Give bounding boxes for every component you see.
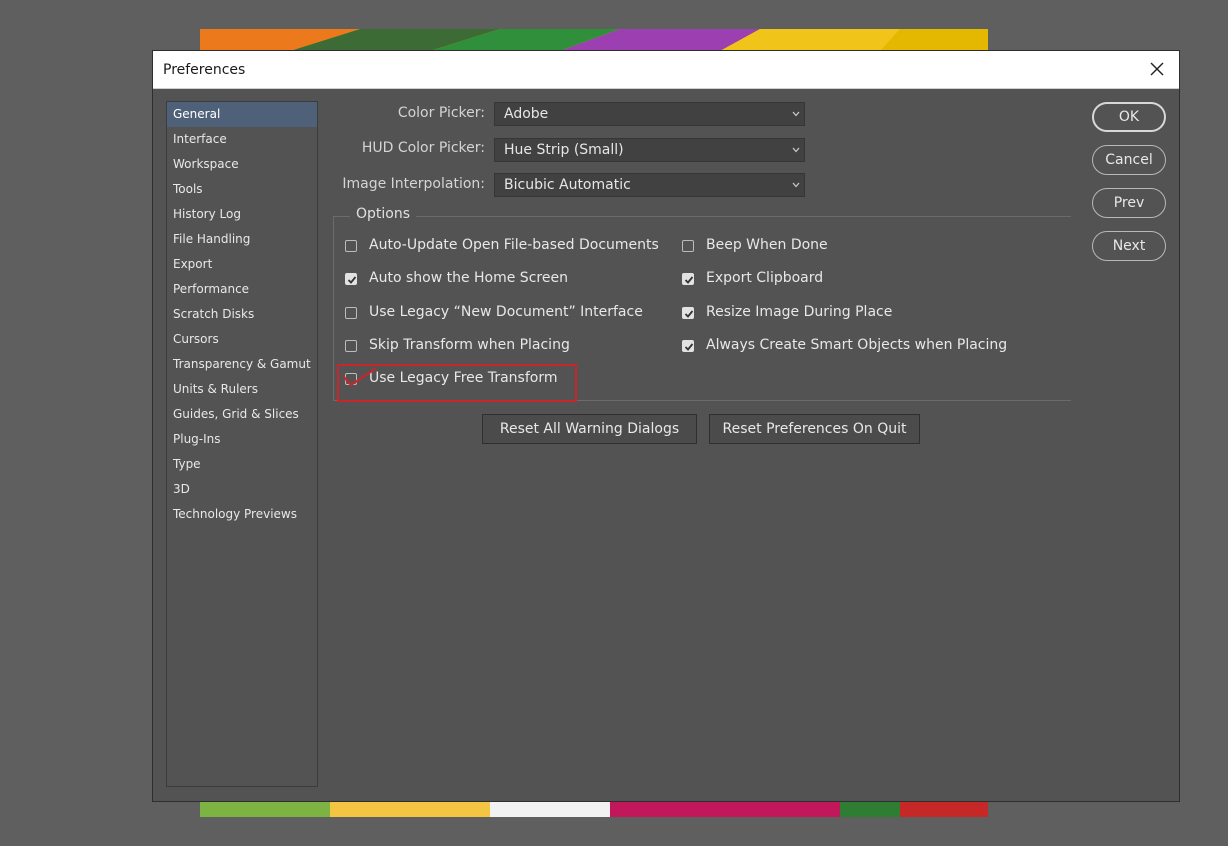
sidebar-item-plug-ins[interactable]: Plug-Ins bbox=[167, 427, 317, 452]
options-group-border bbox=[333, 216, 1071, 217]
sidebar-item-cursors[interactable]: Cursors bbox=[167, 327, 317, 352]
sidebar-item-technology-previews[interactable]: Technology Previews bbox=[167, 502, 317, 527]
checkbox-label: Skip Transform when Placing bbox=[369, 337, 570, 353]
reset-warning-dialogs-button[interactable]: Reset All Warning Dialogs bbox=[482, 414, 697, 444]
preferences-sidebar: General Interface Workspace Tools Histor… bbox=[166, 101, 318, 787]
title-bar: Preferences bbox=[153, 51, 1179, 89]
checkbox-unchecked[interactable] bbox=[345, 240, 357, 252]
checkbox-label: Resize Image During Place bbox=[706, 304, 893, 320]
color-picker-label: Color Picker: bbox=[397, 105, 485, 121]
checkbox-label: Beep When Done bbox=[706, 237, 828, 253]
canvas-image-top bbox=[200, 29, 988, 51]
options-group-border bbox=[333, 216, 334, 401]
sidebar-item-units-rulers[interactable]: Units & Rulers bbox=[167, 377, 317, 402]
checkbox-checked[interactable] bbox=[682, 340, 694, 352]
hud-color-picker-label: HUD Color Picker: bbox=[361, 140, 485, 156]
image-interpolation-label: Image Interpolation: bbox=[342, 176, 485, 192]
checkmark-icon bbox=[347, 276, 357, 284]
sidebar-item-performance[interactable]: Performance bbox=[167, 277, 317, 302]
sidebar-item-transparency-gamut[interactable]: Transparency & Gamut bbox=[167, 352, 317, 377]
prev-button[interactable]: Prev bbox=[1092, 188, 1166, 218]
chevron-down-icon bbox=[792, 147, 800, 153]
checkmark-icon bbox=[684, 310, 694, 318]
checkbox-label: Always Create Smart Objects when Placing bbox=[706, 337, 1008, 353]
preferences-dialog: Preferences General Interface Workspace … bbox=[152, 50, 1180, 802]
checkbox-checked[interactable] bbox=[682, 307, 694, 319]
checkbox-unchecked[interactable] bbox=[345, 373, 357, 385]
checkbox-label: Auto show the Home Screen bbox=[369, 270, 568, 286]
close-button[interactable] bbox=[1145, 57, 1169, 81]
checkmark-icon bbox=[684, 276, 694, 284]
hud-color-picker-value: Hue Strip (Small) bbox=[504, 142, 624, 158]
sidebar-item-scratch-disks[interactable]: Scratch Disks bbox=[167, 302, 317, 327]
sidebar-item-3d[interactable]: 3D bbox=[167, 477, 317, 502]
sidebar-item-guides-grid-slices[interactable]: Guides, Grid & Slices bbox=[167, 402, 317, 427]
checkbox-label: Auto-Update Open File-based Documents bbox=[369, 237, 659, 253]
dialog-title: Preferences bbox=[163, 62, 246, 78]
color-picker-value: Adobe bbox=[504, 106, 549, 122]
sidebar-item-type[interactable]: Type bbox=[167, 452, 317, 477]
cancel-button[interactable]: Cancel bbox=[1092, 145, 1166, 175]
chevron-down-icon bbox=[792, 111, 800, 117]
close-icon bbox=[1145, 57, 1169, 81]
checkbox-unchecked[interactable] bbox=[345, 307, 357, 319]
canvas-image-bottom bbox=[200, 800, 988, 817]
color-picker-select[interactable]: Adobe bbox=[494, 102, 805, 126]
ok-button[interactable]: OK bbox=[1092, 102, 1166, 132]
next-button[interactable]: Next bbox=[1092, 231, 1166, 261]
sidebar-item-export[interactable]: Export bbox=[167, 252, 317, 277]
checkbox-unchecked[interactable] bbox=[682, 240, 694, 252]
hud-color-picker-select[interactable]: Hue Strip (Small) bbox=[494, 138, 805, 162]
checkbox-checked[interactable] bbox=[345, 273, 357, 285]
checkbox-label: Export Clipboard bbox=[706, 270, 824, 286]
checkbox-checked[interactable] bbox=[682, 273, 694, 285]
image-interpolation-value: Bicubic Automatic bbox=[504, 177, 631, 193]
sidebar-item-file-handling[interactable]: File Handling bbox=[167, 227, 317, 252]
sidebar-item-history-log[interactable]: History Log bbox=[167, 202, 317, 227]
checkmark-icon bbox=[684, 343, 694, 351]
options-legend: Options bbox=[350, 206, 417, 222]
options-group-border bbox=[333, 400, 1071, 401]
checkbox-unchecked[interactable] bbox=[345, 340, 357, 352]
reset-preferences-on-quit-button[interactable]: Reset Preferences On Quit bbox=[709, 414, 920, 444]
image-interpolation-select[interactable]: Bicubic Automatic bbox=[494, 173, 805, 197]
checkbox-label: Use Legacy “New Document” Interface bbox=[369, 304, 643, 320]
chevron-down-icon bbox=[792, 182, 800, 188]
checkbox-label: Use Legacy Free Transform bbox=[369, 370, 558, 386]
